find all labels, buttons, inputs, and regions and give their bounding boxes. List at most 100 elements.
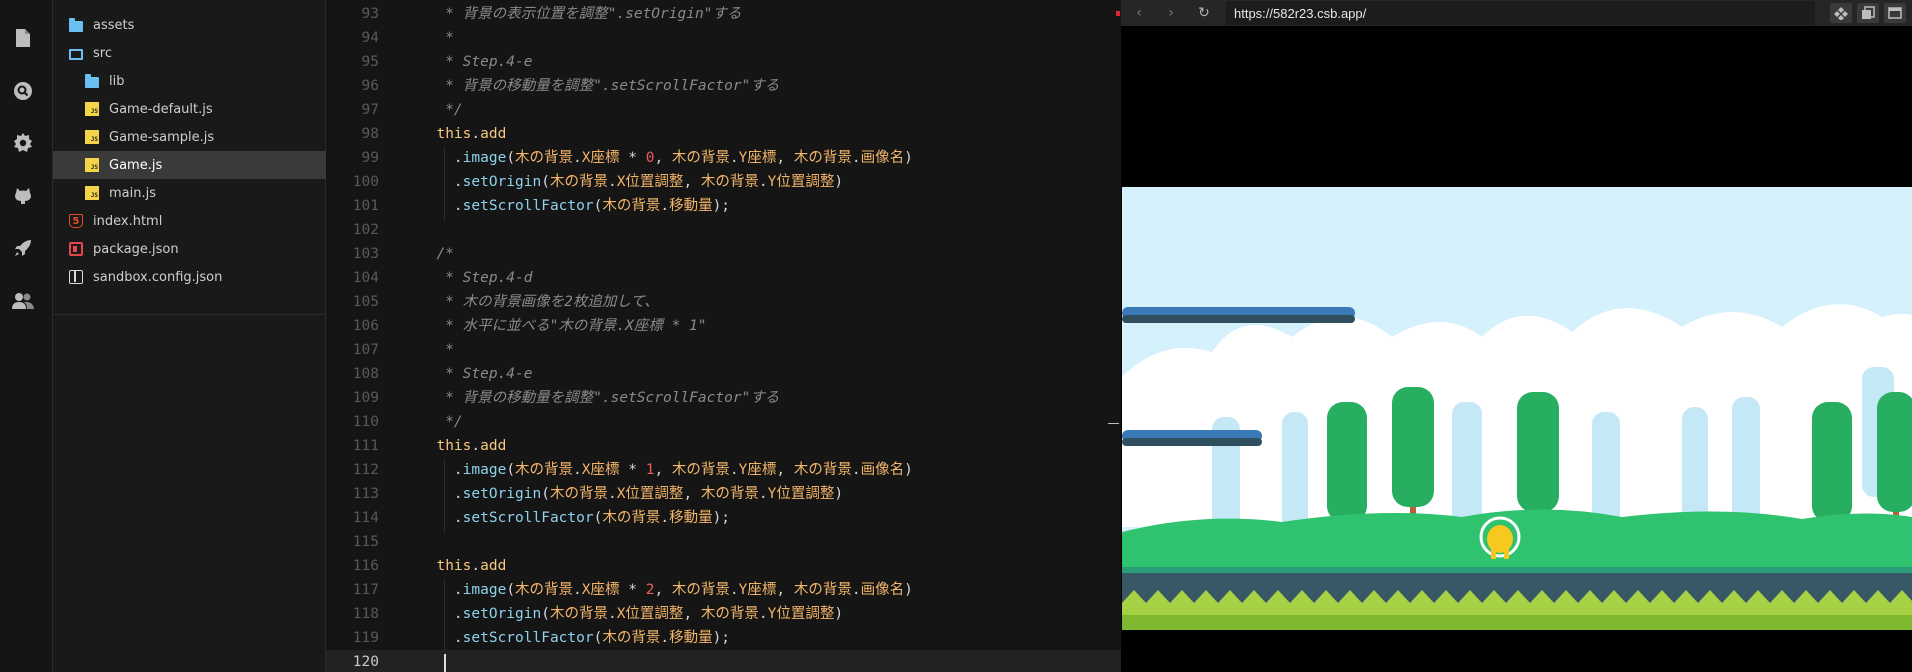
code-token: ) (834, 486, 844, 502)
code-token: . (419, 486, 463, 502)
code-line[interactable]: 104 * Step.4-d (326, 266, 1121, 290)
code-line[interactable]: 103 /* (326, 242, 1121, 266)
files-icon[interactable] (12, 27, 34, 49)
line-number: 112 (352, 462, 379, 478)
code-text: .setScrollFactor(木の背景.移動量); (419, 506, 730, 530)
pane-resize-handle[interactable] (1108, 423, 1119, 424)
code-line[interactable]: 100 .setOrigin(木の背景.X位置調整, 木の背景.Y位置調整) (326, 170, 1121, 194)
file-tree-item[interactable]: JS Game-sample.js (53, 123, 326, 151)
deploy-icon[interactable] (12, 237, 34, 259)
file-tree-item[interactable]: lib (53, 67, 326, 95)
code-line[interactable]: 110 */ (326, 410, 1121, 434)
code-token: * Step.4-e (419, 54, 533, 70)
line-number: 116 (352, 558, 379, 574)
forward-button[interactable]: › (1161, 3, 1181, 23)
url-field[interactable] (1226, 1, 1815, 25)
code-line[interactable]: 109 * 背景の移動量を調整".setScrollFactor"する (326, 386, 1121, 410)
refresh-button[interactable]: ↻ (1194, 3, 1214, 23)
code-token: this (436, 438, 472, 454)
code-line[interactable]: 117 .image(木の背景.X座標 * 2, 木の背景.Y座標, 木の背景.… (326, 578, 1121, 602)
code-token: /* (419, 246, 454, 262)
code-token: . (607, 486, 617, 502)
file-tree-item[interactable]: JS Game.js (53, 151, 326, 179)
code-line[interactable]: 118 .setOrigin(木の背景.X位置調整, 木の背景.Y位置調整) (326, 602, 1121, 626)
search-icon[interactable] (12, 80, 34, 102)
code-line[interactable]: 98 this.add (326, 122, 1121, 146)
code-line[interactable]: 101 .setScrollFactor(木の背景.移動量); (326, 194, 1121, 218)
code-line[interactable]: 94 * (326, 26, 1121, 50)
line-number: 106 (352, 318, 379, 334)
back-button[interactable]: ‹ (1129, 3, 1149, 23)
browser-nav-bar: ‹ › ↻ (1121, 0, 1912, 26)
code-token: 木の背景 (602, 198, 661, 214)
code-line[interactable]: 113 .setOrigin(木の背景.X位置調整, 木の背景.Y位置調整) (326, 482, 1121, 506)
code-line[interactable]: 119 .setScrollFactor(木の背景.移動量); (326, 626, 1121, 650)
code-token: 木の背景 (700, 174, 759, 190)
line-number: 98 (361, 126, 379, 142)
code-line[interactable]: 105 * 木の背景画像を2枚追加して、 (326, 290, 1121, 314)
file-tree-label: lib (109, 73, 125, 89)
code-token: ( (541, 606, 550, 622)
tree-canopy (1392, 387, 1434, 507)
line-number: 113 (352, 486, 379, 502)
code-line[interactable]: 116 this.add (326, 554, 1121, 578)
code-token: 画像名 (860, 462, 905, 478)
code-token: add (480, 558, 507, 574)
code-token: . (758, 486, 768, 502)
code-token: 木の背景 (515, 150, 574, 166)
background-tree (1732, 397, 1760, 527)
file-tree-item[interactable]: JS main.js (53, 179, 326, 207)
file-tree-item[interactable]: src (53, 39, 326, 67)
copy-button[interactable] (1857, 3, 1879, 23)
code-editor[interactable]: 93 * 背景の表示位置を調整".setOrigin"する 94 * 95 * St… (326, 0, 1121, 672)
file-tree-item[interactable]: package.json (53, 235, 326, 263)
settings-icon[interactable] (12, 132, 34, 154)
code-token: . (851, 582, 861, 598)
code-token: , (654, 150, 672, 166)
code-token: . (851, 150, 861, 166)
code-token: setOrigin (462, 174, 542, 190)
code-line[interactable]: 115 (326, 530, 1121, 554)
code-line[interactable]: 114 .setScrollFactor(木の背景.移動量); (326, 506, 1121, 530)
code-token: . (660, 198, 670, 214)
file-tree-item[interactable]: JS Game-default.js (53, 95, 326, 123)
code-line[interactable]: 96 * 背景の移動量を調整".setScrollFactor"する (326, 74, 1121, 98)
code-text: .setOrigin(木の背景.X位置調整, 木の背景.Y位置調整) (419, 602, 843, 626)
code-token: 木の背景 (549, 486, 608, 502)
code-text: * 背景の移動量を調整".setScrollFactor"する (419, 386, 779, 410)
code-token: X座標 (581, 582, 620, 598)
code-text: this.add (419, 554, 506, 578)
split-view-button[interactable] (1830, 3, 1852, 23)
code-token: add (480, 126, 507, 142)
code-token: X位置調整 (616, 486, 684, 502)
code-line[interactable]: 108 * Step.4-e (326, 362, 1121, 386)
code-token: . (729, 462, 739, 478)
file-tree-item[interactable]: sandbox.config.json (53, 263, 326, 291)
open-window-button[interactable] (1884, 3, 1906, 23)
js-file-icon: JS (85, 102, 99, 116)
code-line[interactable]: 93 * 背景の表示位置を調整".setOrigin"する (326, 2, 1121, 26)
code-text: .setOrigin(木の背景.X位置調整, 木の背景.Y位置調整) (419, 170, 843, 194)
code-line[interactable]: 107 * (326, 338, 1121, 362)
code-token: 木の背景 (793, 582, 852, 598)
line-number: 104 (352, 270, 379, 286)
code-line[interactable]: 99 .image(木の背景.X座標 * 0, 木の背景.Y座標, 木の背景.画… (326, 146, 1121, 170)
users-icon[interactable] (12, 290, 34, 312)
code-token: 移動量 (669, 510, 713, 526)
code-line[interactable]: 95 * Step.4-e (326, 50, 1121, 74)
code-line[interactable]: 111 this.add (326, 434, 1121, 458)
ground-bottom (1122, 615, 1912, 630)
line-number: 102 (352, 222, 379, 238)
github-icon[interactable] (12, 184, 34, 206)
line-number: 97 (361, 102, 379, 118)
code-token: . (419, 150, 463, 166)
game-canvas[interactable] (1122, 187, 1912, 630)
code-line[interactable]: 97 */ (326, 98, 1121, 122)
file-tree-item[interactable]: 5 index.html (53, 207, 326, 235)
code-line[interactable]: 102 (326, 218, 1121, 242)
code-line[interactable]: 106 * 水平に並べる"木の背景.X座標 * 1" (326, 314, 1121, 338)
file-tree-item[interactable]: assets (53, 11, 326, 39)
file-tree-label: Game-sample.js (109, 129, 215, 145)
code-line[interactable]: 112 .image(木の背景.X座標 * 1, 木の背景.Y座標, 木の背景.… (326, 458, 1121, 482)
